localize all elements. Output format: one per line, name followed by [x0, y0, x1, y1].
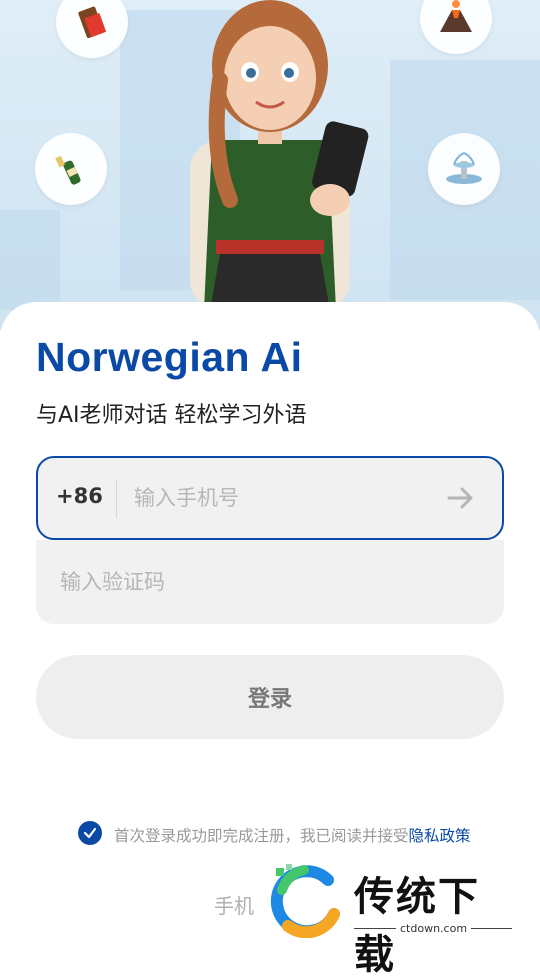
- arrow-right-icon: [447, 487, 473, 509]
- ctdown-logo-icon: [270, 864, 340, 938]
- checkmark-icon: [83, 827, 97, 839]
- watermark-url: ctdown.com: [396, 922, 472, 935]
- champagne-bubble: [35, 133, 107, 205]
- watermark: 传统下载 ctdown.com: [268, 862, 518, 978]
- country-code-selector[interactable]: +86: [56, 484, 103, 508]
- chocolate-icon: [78, 6, 107, 39]
- tutor-character-illustration: [190, 0, 369, 310]
- hero-banner: [0, 0, 540, 330]
- chocolate-bubble: [56, 0, 128, 58]
- fountain-bubble: [428, 133, 500, 205]
- phone-number-input[interactable]: [134, 478, 424, 518]
- send-code-button[interactable]: [436, 476, 486, 520]
- privacy-policy-link[interactable]: 隐私政策: [409, 827, 471, 845]
- app-subtitle: 与AI老师对话 轻松学习外语: [36, 403, 307, 428]
- verification-code-group: [36, 540, 504, 624]
- champagne-icon: [55, 155, 81, 185]
- phone-input-group: +86: [36, 456, 504, 540]
- agreement-checkbox[interactable]: [78, 821, 102, 845]
- phone-login-option[interactable]: 手机: [214, 890, 254, 919]
- volcano-bubble: [420, 0, 492, 54]
- background-building: [0, 210, 60, 310]
- app-title: Norwegian Ai: [36, 334, 303, 380]
- volcano-icon: [440, 0, 472, 32]
- agreement-text: 首次登录成功即完成注册，我已阅读并接受隐私政策: [114, 822, 484, 850]
- agreement-statement: 首次登录成功即完成注册，我已阅读并接受: [114, 827, 409, 845]
- login-button[interactable]: 登录: [36, 655, 504, 739]
- fountain-icon: [446, 152, 482, 184]
- verification-code-input[interactable]: [60, 562, 460, 602]
- field-divider: [116, 480, 117, 518]
